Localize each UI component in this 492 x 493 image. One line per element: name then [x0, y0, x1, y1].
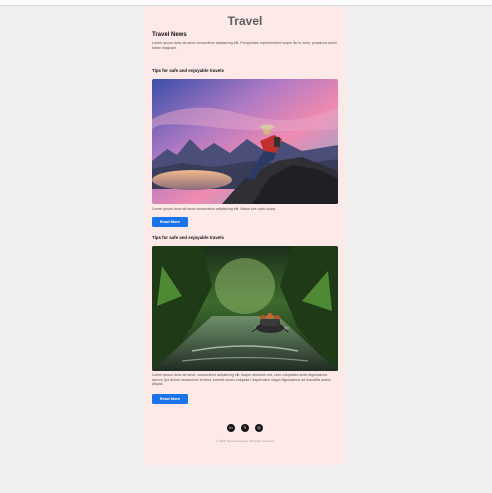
article-2-title: Tips for safe and enjoyable travels: [152, 235, 224, 240]
social-links: in 𝕏 ◎: [225, 424, 265, 434]
x-twitter-icon[interactable]: 𝕏: [241, 424, 249, 432]
footer-copyright: © 2025 Travel Company. All rights reserv…: [215, 439, 275, 443]
article-2-read-more-button[interactable]: Read More: [152, 394, 188, 404]
article-1-title: Tips for safe and enjoyable travels: [152, 68, 224, 73]
instagram-icon[interactable]: ◎: [255, 424, 263, 432]
article-2-photo: [152, 246, 338, 371]
article-1-text: Lorem ipsum dolor sit amet consectetur a…: [152, 207, 277, 211]
article-2-text: Lorem ipsum dolor sit amet, consectetur …: [152, 373, 332, 386]
intro-paragraph: Lorem ipsum dolor sit amet consectetur a…: [152, 41, 337, 50]
email-container: Travel Travel News Lorem ipsum dolor sit…: [145, 6, 345, 465]
article-1-photo: [152, 79, 338, 204]
news-heading: Travel News: [152, 32, 187, 38]
article-1-read-more-button[interactable]: Read More: [152, 217, 188, 227]
linkedin-icon[interactable]: in: [227, 424, 235, 432]
email-title: Travel: [227, 14, 263, 28]
